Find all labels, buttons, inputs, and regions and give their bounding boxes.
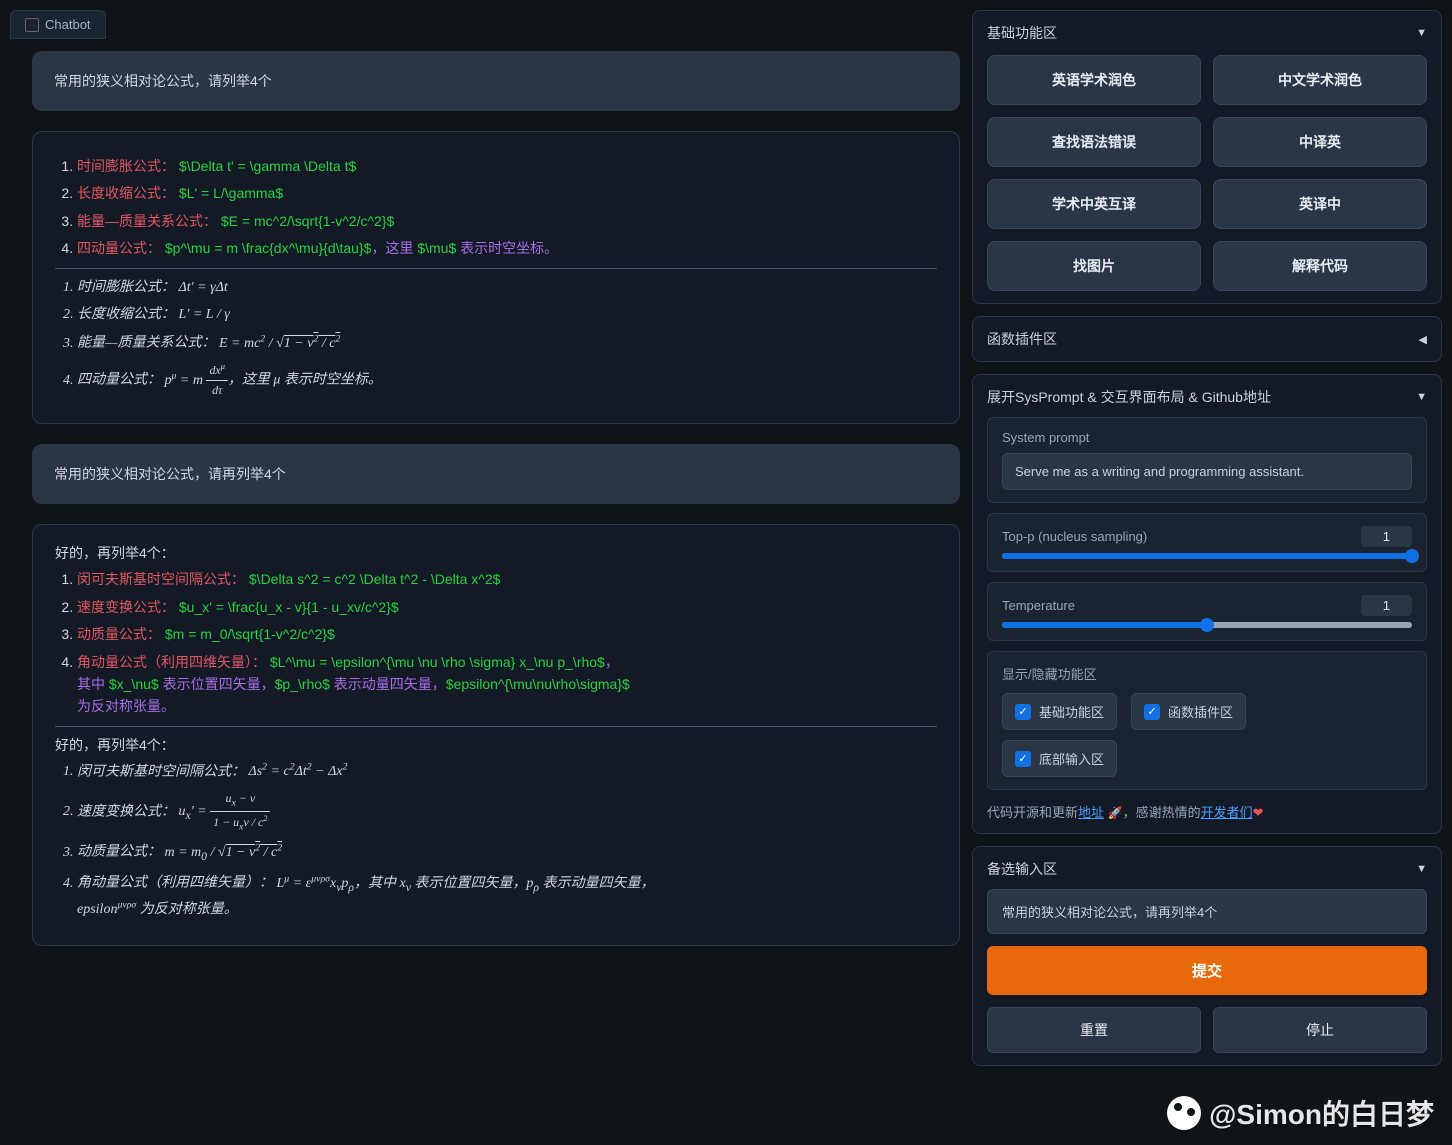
checkbox-checked-icon: ✓ [1015, 704, 1031, 720]
sysprompt-header[interactable]: 展开SysPrompt & 交互界面布局 & Github地址 ▼ [987, 387, 1427, 407]
formula-label: 长度收缩公式： [77, 185, 175, 201]
formula-label: 四动量公式： [77, 240, 161, 256]
fn-zh-to-en[interactable]: 中译英 [1213, 117, 1427, 167]
system-prompt-label: System prompt [1002, 430, 1412, 445]
rendered-label: 能量—质量关系公式： [77, 336, 215, 351]
formula-tex: $E = mc^2/\sqrt{1-v^2/c^2}$ [221, 213, 394, 229]
formula-tex: $\Delta s^2 = c^2 \Delta t^2 - \Delta x^… [249, 571, 501, 587]
formula-tex: $u_x' = \frac{u_x - v}{1 - u_xv/c^2}$ [179, 599, 399, 615]
user-message: 常用的狭义相对论公式，请列举4个 [32, 51, 960, 111]
source-link[interactable]: 地址 [1078, 805, 1104, 820]
devs-link[interactable]: 开发者们 [1201, 805, 1253, 820]
checkbox-checked-icon: ✓ [1144, 704, 1160, 720]
panel-title: 备选输入区 [987, 859, 1057, 879]
formula-label: 角动量公式（利用四维矢量）： [77, 654, 266, 670]
formula-label: 能量—质量关系公式： [77, 213, 217, 229]
rendered-label: 闵可夫斯基时空间隔公式： [77, 764, 245, 779]
bot-message: 时间膨胀公式： $\Delta t' = \gamma \Delta t$ 长度… [32, 131, 960, 424]
system-prompt-input[interactable]: Serve me as a writing and programming as… [1002, 453, 1412, 490]
bot-message: 好的，再列举4个： 闵可夫斯基时空间隔公式： $\Delta s^2 = c^2… [32, 524, 960, 945]
formula-tail: ，这里 [371, 240, 417, 256]
formula-tex: $L^\mu = \epsilon^{\mu \nu \rho \sigma} … [270, 654, 605, 670]
system-prompt-box: System prompt Serve me as a writing and … [987, 417, 1427, 503]
formula-tex: $\mu$ [417, 240, 456, 256]
chat-scroll[interactable]: 常用的狭义相对论公式，请列举4个 时间膨胀公式： $\Delta t' = \g… [10, 47, 960, 1135]
alt-input-panel: 备选输入区 ▼ 常用的狭义相对论公式，请再列举4个 提交 重置 停止 [972, 846, 1442, 1066]
footer-credits: 代码开源和更新地址 🚀，感谢热情的开发者们❤ [987, 802, 1427, 821]
alt-input-textarea[interactable]: 常用的狭义相对论公式，请再列举4个 [987, 889, 1427, 934]
topp-label: Top-p (nucleus sampling) [1002, 529, 1147, 544]
temperature-value[interactable]: 1 [1361, 595, 1412, 616]
alt-input-header[interactable]: 备选输入区 ▼ [987, 859, 1427, 879]
sysprompt-panel: 展开SysPrompt & 交互界面布局 & Github地址 ▼ System… [972, 374, 1442, 834]
formula-tail: 表示时空坐标。 [456, 240, 558, 256]
chevron-down-icon: ▼ [1416, 27, 1427, 39]
chevron-down-icon: ▼ [1416, 391, 1427, 403]
heart-icon: ❤ [1253, 805, 1264, 820]
fn-chinese-polish[interactable]: 中文学术润色 [1213, 55, 1427, 105]
fn-explain-code[interactable]: 解释代码 [1213, 241, 1427, 291]
rendered-intro: 好的，再列举4个： [55, 735, 937, 755]
stop-button[interactable]: 停止 [1213, 1007, 1427, 1053]
rocket-icon: 🚀 [1108, 806, 1123, 820]
topp-slider[interactable] [1002, 553, 1412, 559]
formula-label: 动质量公式： [77, 626, 161, 642]
temperature-box: Temperature 1 [987, 582, 1427, 641]
formula-tex: $\Delta t' = \gamma \Delta t$ [179, 158, 356, 174]
submit-button[interactable]: 提交 [987, 946, 1427, 995]
user-message: 常用的狭义相对论公式，请再列举4个 [32, 444, 960, 504]
rendered-label: 时间膨胀公式： [77, 280, 175, 295]
rendered-label: 动质量公式： [77, 845, 161, 860]
formula-label: 速度变换公式： [77, 599, 175, 615]
plugins-panel: 函数插件区 ◀ [972, 316, 1442, 362]
user-text: 常用的狭义相对论公式，请列举4个 [54, 73, 272, 89]
toggle-title: 显示/隐藏功能区 [1002, 664, 1412, 683]
rendered-label: 四动量公式： [77, 373, 161, 388]
toggle-basic[interactable]: ✓ 基础功能区 [1002, 693, 1117, 730]
toggle-bottom-input[interactable]: ✓ 底部输入区 [1002, 740, 1117, 777]
topp-value[interactable]: 1 [1361, 526, 1412, 547]
bot-intro: 好的，再列举4个： [55, 543, 937, 563]
formula-tex: $m = m_0/\sqrt{1-v^2/c^2}$ [165, 626, 335, 642]
fn-academic-translate[interactable]: 学术中英互译 [987, 179, 1201, 229]
user-text: 常用的狭义相对论公式，请再列举4个 [54, 466, 286, 482]
toggle-box: 显示/隐藏功能区 ✓ 基础功能区 ✓ 函数插件区 ✓ 底部输入区 [987, 651, 1427, 790]
formula-label: 闵可夫斯基时空间隔公式： [77, 571, 245, 587]
rendered-label: 速度变换公式： [77, 804, 175, 819]
plugins-header[interactable]: 函数插件区 ◀ [987, 329, 1427, 349]
chevron-left-icon: ◀ [1419, 333, 1427, 346]
fn-en-to-zh[interactable]: 英译中 [1213, 179, 1427, 229]
temperature-label: Temperature [1002, 598, 1075, 613]
chevron-down-icon: ▼ [1416, 863, 1427, 875]
panel-title: 函数插件区 [987, 329, 1057, 349]
fn-grammar-check[interactable]: 查找语法错误 [987, 117, 1201, 167]
rendered-label: 角动量公式（利用四维矢量）： [77, 876, 273, 891]
basic-header[interactable]: 基础功能区 ▼ [987, 23, 1427, 43]
separator [55, 726, 937, 727]
tab-chatbot[interactable]: Chatbot [10, 10, 106, 39]
formula-label: 时间膨胀公式： [77, 158, 175, 174]
basic-functions-panel: 基础功能区 ▼ 英语学术润色 中文学术润色 查找语法错误 中译英 学术中英互译 … [972, 10, 1442, 304]
panel-title: 展开SysPrompt & 交互界面布局 & Github地址 [987, 387, 1271, 407]
temperature-slider[interactable] [1002, 622, 1412, 628]
panel-title: 基础功能区 [987, 23, 1057, 43]
topp-box: Top-p (nucleus sampling) 1 [987, 513, 1427, 572]
formula-tex: $p^\mu = m \frac{dx^\mu}{d\tau}$ [165, 240, 372, 256]
tab-label: Chatbot [45, 17, 91, 32]
fn-find-image[interactable]: 找图片 [987, 241, 1201, 291]
toggle-plugins[interactable]: ✓ 函数插件区 [1131, 693, 1246, 730]
formula-tex: $L' = L/\gamma$ [179, 185, 283, 201]
rendered-label: 长度收缩公式： [77, 307, 175, 322]
reset-button[interactable]: 重置 [987, 1007, 1201, 1053]
chat-icon [25, 18, 39, 32]
checkbox-checked-icon: ✓ [1015, 751, 1031, 767]
separator [55, 268, 937, 269]
fn-english-polish[interactable]: 英语学术润色 [987, 55, 1201, 105]
